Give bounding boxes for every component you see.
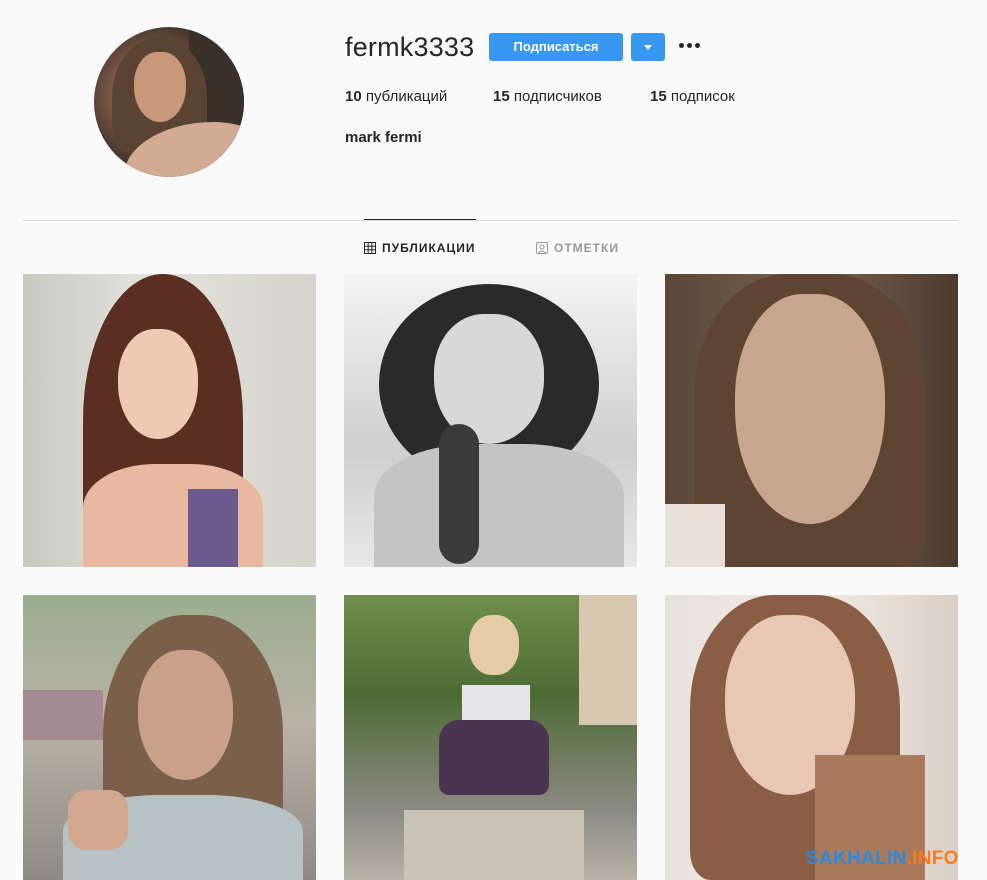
stat-following-count: 15	[650, 88, 667, 105]
watermark-part-1: SAKHALIN	[806, 848, 907, 869]
tab-tagged-label: ОТМЕТКИ	[554, 241, 619, 255]
stat-followers[interactable]: 15 подписчиков	[493, 88, 602, 105]
profile-username: fermk3333	[345, 32, 475, 62]
follow-button[interactable]: Подписаться	[489, 33, 623, 61]
stat-followers-count: 15	[493, 88, 510, 105]
watermark-part-2: .INFO	[906, 848, 959, 869]
stat-followers-label: подписчиков	[513, 88, 602, 105]
stat-following[interactable]: 15 подписок	[650, 88, 735, 105]
profile-avatar[interactable]	[94, 27, 244, 177]
stat-following-label: подписок	[670, 88, 735, 105]
tabs-divider	[23, 220, 958, 221]
tab-tagged[interactable]: ОТМЕТКИ	[536, 241, 619, 255]
avatar-face	[134, 52, 186, 122]
post-thumbnail-3[interactable]	[665, 274, 958, 567]
post-thumbnail-6[interactable]	[665, 595, 958, 880]
chevron-down-icon	[644, 45, 652, 50]
stat-posts-label: публикаций	[365, 88, 448, 105]
site-watermark: SAKHALIN.INFO	[806, 848, 959, 870]
tagged-icon	[536, 242, 548, 254]
profile-full-name: mark fermi	[345, 129, 422, 146]
tab-posts[interactable]: ПУБЛИКАЦИИ	[364, 241, 475, 255]
more-options-icon[interactable]	[679, 39, 703, 53]
suggestions-dropdown-button[interactable]	[631, 33, 665, 61]
tab-posts-label: ПУБЛИКАЦИИ	[382, 241, 476, 255]
post-thumbnail-5[interactable]	[344, 595, 637, 880]
stat-posts-count: 10	[345, 88, 362, 105]
tab-active-indicator	[364, 219, 476, 220]
post-thumbnail-2[interactable]	[344, 274, 637, 567]
grid-icon	[364, 242, 376, 254]
stat-posts: 10 публикаций	[345, 88, 447, 105]
post-thumbnail-1[interactable]	[23, 274, 316, 567]
post-thumbnail-4[interactable]	[23, 595, 316, 880]
